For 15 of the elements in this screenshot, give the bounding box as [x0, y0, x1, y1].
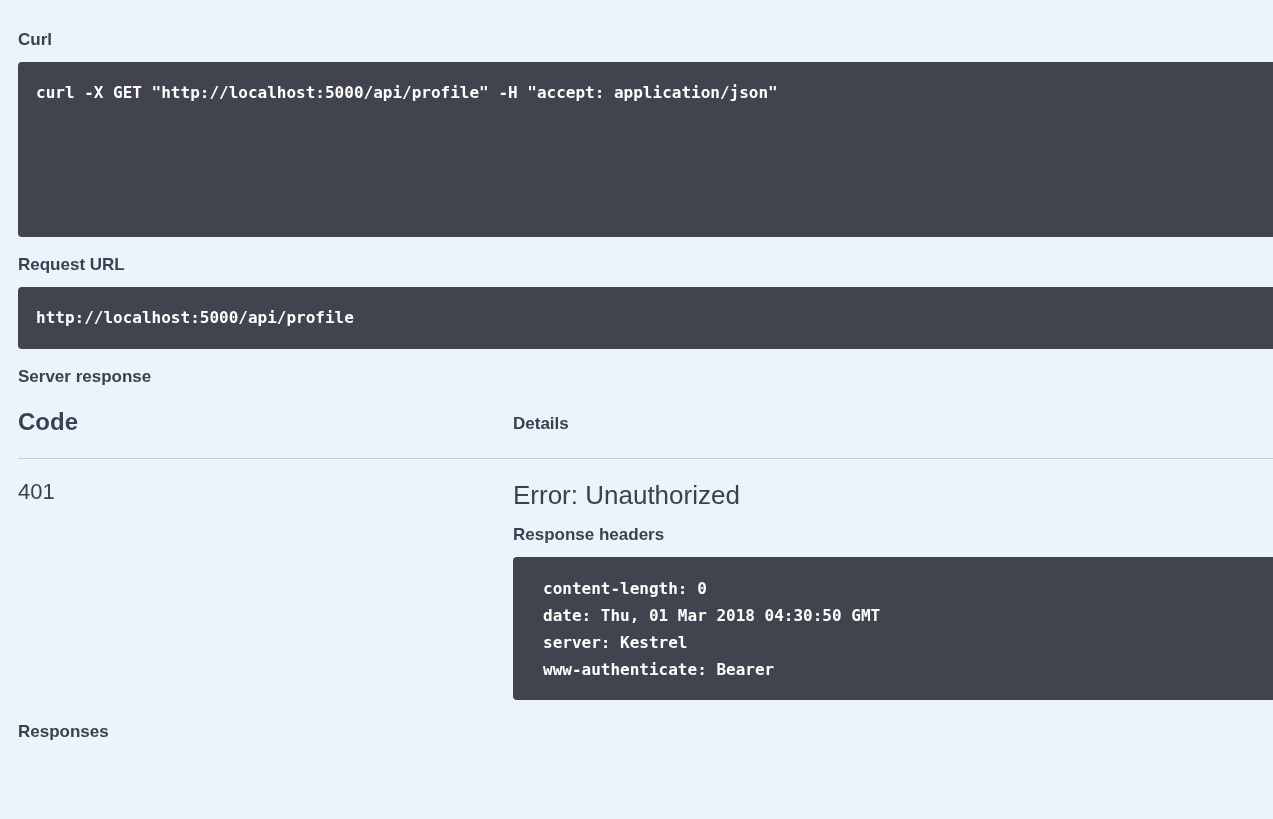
section-label: Curl: [18, 29, 52, 51]
section-label: Server response: [18, 366, 152, 388]
status-code: 401: [18, 478, 55, 506]
status-message: Error: Unauthorized: [513, 479, 740, 512]
column-header: Code: [18, 408, 79, 436]
section-label: Response headers: [513, 524, 665, 546]
section-label: Request URL: [18, 254, 125, 276]
header-line: server: Kestrel: [543, 632, 688, 654]
header-line: www-authenticate: Bearer: [543, 659, 775, 681]
code-text: curl -X GET "http://localhost:5000/api/profile" -H "accept: application/json": [36, 82, 778, 104]
section-label: Responses: [18, 721, 109, 743]
column-header: Details: [513, 413, 569, 435]
header-line: content-length: 0: [543, 578, 707, 600]
header-line: date: Thu, 01 Mar 2018 04:30:50 GMT: [543, 605, 881, 627]
code-text: http://localhost:5000/api/profile: [36, 307, 354, 329]
